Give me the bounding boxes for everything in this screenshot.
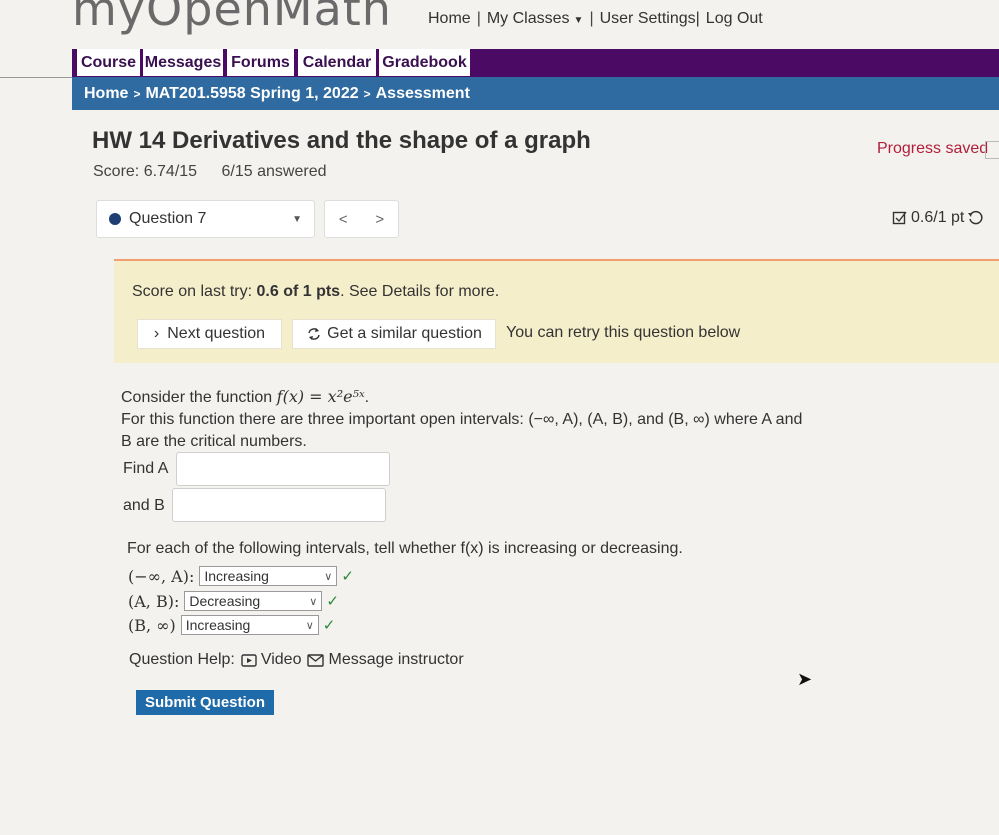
chevron-right-icon: › xyxy=(153,325,160,342)
prev-question-button[interactable]: < xyxy=(339,211,348,228)
question-line-3: B are the critical numbers. xyxy=(121,433,307,450)
message-instructor-link[interactable]: Message instructor xyxy=(307,651,464,669)
menu-gradebook[interactable]: Gradebook xyxy=(379,49,470,76)
next-question-label: Next question xyxy=(167,325,266,342)
chevron-down-icon: ▼ xyxy=(292,213,302,225)
breadcrumb-home[interactable]: Home xyxy=(84,85,128,103)
find-a-label: Find A xyxy=(123,460,169,477)
nav-separator: | xyxy=(589,10,594,27)
breadcrumb: Home > MAT201.5958 Spring 1, 2022 > Asse… xyxy=(72,77,999,110)
divider xyxy=(0,77,72,78)
interval-row: (B, ∞) Increasing ∨ ✓ xyxy=(128,615,335,635)
interval-label: (A, B): xyxy=(128,591,180,611)
chevron-down-icon: ▼ xyxy=(573,15,584,26)
chevron-down-icon: ∨ xyxy=(324,570,333,583)
breadcrumb-assessment: Assessment xyxy=(375,84,470,102)
last-try-score: Score on last try: 0.6 of 1 pts. See Det… xyxy=(132,283,499,301)
refresh-icon xyxy=(308,328,320,340)
interval-select[interactable]: Increasing ∨ xyxy=(199,566,338,586)
question-line-1: Consider the function f(x) = x²e⁵ˣ. xyxy=(121,386,802,409)
message-instructor-label: Message instructor xyxy=(328,651,464,668)
breadcrumb-separator: > xyxy=(363,86,371,101)
chevron-down-icon: ∨ xyxy=(305,619,314,632)
score-value: Score: 6.74/15 xyxy=(93,163,198,180)
page-title: HW 14 Derivatives and the shape of a gra… xyxy=(92,127,591,154)
top-nav: Home | My Classes ▼ | User Settings| Log … xyxy=(428,10,763,28)
answered-count: 6/15 answered xyxy=(221,163,327,180)
similar-question-label: Get a similar question xyxy=(327,325,482,342)
menu-forums[interactable]: Forums xyxy=(227,49,294,76)
and-b-label: and B xyxy=(123,497,165,514)
next-question-button[interactable]: › Next question xyxy=(137,319,282,349)
mouse-cursor-icon: ➤ xyxy=(797,669,813,689)
check-icon: ✓ xyxy=(322,617,336,634)
question-help-label: Question Help: xyxy=(129,651,235,668)
nav-home-link[interactable]: Home xyxy=(428,10,471,28)
video-icon xyxy=(241,653,257,667)
site-logo[interactable]: myOpenMath xyxy=(72,0,392,36)
interval-row: (A, B): Decreasing ∨ ✓ xyxy=(128,591,339,611)
edit-checkbox-icon xyxy=(892,211,907,225)
menu-messages[interactable]: Messages xyxy=(143,49,223,76)
progress-saved-status: Progress saved xyxy=(877,140,989,157)
last-try-suffix: . See Details for more. xyxy=(340,283,500,300)
nav-separator: | xyxy=(476,10,481,27)
mail-icon xyxy=(307,653,325,667)
nav-log-out-link[interactable]: Log Out xyxy=(706,10,763,28)
course-menu-bar: Course Messages Forums Calendar Gradeboo… xyxy=(72,49,999,77)
score-feedback-panel: Score on last try: 0.6 of 1 pts. See Det… xyxy=(114,259,999,363)
interval-select-value: Increasing xyxy=(185,617,251,633)
reset-icon[interactable] xyxy=(967,210,983,226)
retry-note: You can retry this question below xyxy=(506,324,741,341)
breadcrumb-course[interactable]: MAT201.5958 Spring 1, 2022 xyxy=(145,85,358,103)
menu-calendar[interactable]: Calendar xyxy=(298,49,376,76)
submit-question-button[interactable]: Submit Question xyxy=(136,690,274,715)
nav-my-classes-label: My Classes xyxy=(486,10,570,27)
nav-my-classes-link[interactable]: My Classes ▼ xyxy=(487,10,584,28)
question-line-2: For this function there are three import… xyxy=(121,411,803,428)
intervals-prompt: For each of the following intervals, tel… xyxy=(127,540,683,557)
progress-toggle[interactable] xyxy=(985,141,999,159)
check-icon: ✓ xyxy=(341,568,354,585)
menu-course[interactable]: Course xyxy=(77,49,140,76)
answer-b-input[interactable] xyxy=(172,488,386,522)
points-value: 0.6/1 pt xyxy=(911,209,965,226)
last-try-prefix: Score on last try: xyxy=(132,283,257,300)
next-question-arrow-button[interactable]: > xyxy=(375,211,384,228)
interval-label: (−∞, A): xyxy=(128,566,195,586)
breadcrumb-separator: > xyxy=(133,86,141,101)
check-icon: ✓ xyxy=(326,593,339,610)
answer-a-input[interactable] xyxy=(176,452,390,486)
question-period: . xyxy=(364,389,370,406)
question-intro: Consider the function xyxy=(121,389,277,406)
question-help: Question Help: Video Message instructor xyxy=(129,651,464,669)
question-select-label: Question 7 xyxy=(129,210,207,227)
video-link[interactable]: Video xyxy=(241,651,302,669)
interval-row: (−∞, A): Increasing ∨ ✓ xyxy=(128,566,354,586)
question-pager: < > xyxy=(324,200,399,238)
interval-label: (B, ∞) xyxy=(128,615,176,635)
interval-select-value: Decreasing xyxy=(189,593,261,609)
question-status-dot xyxy=(109,213,121,225)
video-link-label: Video xyxy=(260,651,302,668)
question-text: Consider the function f(x) = x²e⁵ˣ. For … xyxy=(121,386,802,453)
similar-question-button[interactable]: Get a similar question xyxy=(292,319,496,349)
top-header: myOpenMath Home | My Classes ▼ | User Set… xyxy=(0,0,999,48)
question-points: 0.6/1 pt xyxy=(892,209,983,227)
chevron-down-icon: ∨ xyxy=(309,595,318,608)
interval-select[interactable]: Increasing ∨ xyxy=(180,615,319,635)
nav-user-settings-link[interactable]: User Settings| xyxy=(600,10,700,28)
last-try-value: 0.6 of 1 pts xyxy=(256,283,341,300)
interval-select[interactable]: Decreasing ∨ xyxy=(184,591,323,611)
interval-select-value: Increasing xyxy=(204,568,269,584)
question-select[interactable]: Question 7 ▼ xyxy=(96,200,315,238)
score-summary: Score: 6.74/15 6/15 answered xyxy=(93,163,327,181)
function-formula: f(x) = x²e⁵ˣ xyxy=(276,387,365,406)
